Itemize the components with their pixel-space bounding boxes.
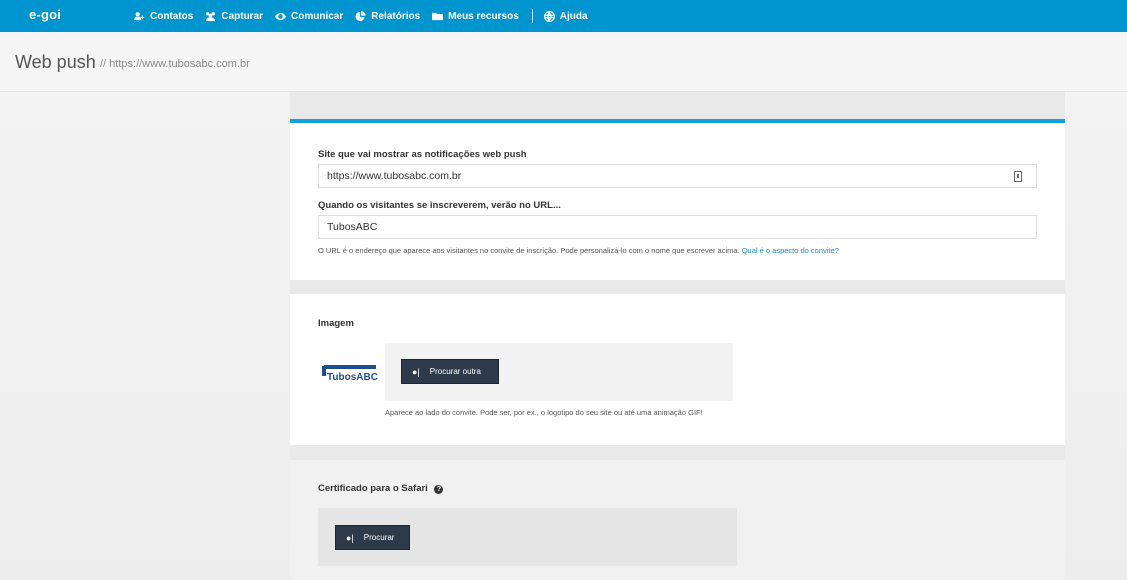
- tubosabc-logo-thumbnail: TubosABC: [322, 365, 378, 383]
- url-name-value: TubosABC: [327, 221, 378, 233]
- page-subtitle-url: // https://www.tubosabc.com.br: [100, 58, 250, 70]
- globe-icon: [543, 10, 555, 22]
- user-upload-icon: ●|: [346, 532, 354, 543]
- browse-other-label: Procurar outra: [429, 367, 481, 376]
- field-info-icon[interactable]: [1014, 171, 1022, 182]
- pie-chart-icon: [355, 10, 366, 21]
- certificate-upload-area: ●| Procurar: [318, 508, 737, 566]
- nav-label: Contatos: [150, 10, 194, 22]
- url-help-description: O URL é o endereço que aparece aos visit…: [318, 246, 740, 255]
- safari-certificate-card: Certificado para o Safari ? ●| Procurar: [290, 460, 1065, 580]
- nav-label: Ajuda: [559, 10, 588, 22]
- url-field-label: Quando os visitantes se inscreverem, ver…: [318, 200, 561, 211]
- nav-divider: [531, 9, 533, 23]
- browse-other-button[interactable]: ●| Procurar outra: [401, 359, 499, 384]
- question-icon[interactable]: ?: [434, 485, 444, 494]
- nav-label: Capturar: [221, 10, 264, 22]
- nav-contatos[interactable]: Contatos: [134, 11, 193, 22]
- site-url-value: https://www.tubosabc.com.br: [327, 170, 462, 182]
- browse-certificate-button[interactable]: ●| Procurar: [335, 525, 410, 550]
- page-header: Web push // https://www.tubosabc.com.br: [0, 32, 1127, 92]
- svg-text:TubosABC: TubosABC: [327, 372, 378, 383]
- nav-capturar[interactable]: Capturar: [205, 11, 263, 22]
- left-empty-pane: [0, 92, 290, 580]
- safari-label-row: Certificado para o Safari ?: [318, 483, 444, 494]
- main-nav: Contatos Capturar Comunicar Relatórios M…: [134, 0, 600, 32]
- eye-icon: [275, 12, 287, 20]
- site-field-label: Site que vai mostrar as notificações web…: [318, 149, 527, 160]
- image-card: Imagem TubosABC ●| Procurar outra Aparec…: [290, 294, 1065, 445]
- url-name-input[interactable]: TubosABC: [318, 215, 1037, 239]
- browse-certificate-label: Procurar: [363, 533, 395, 542]
- app-logo[interactable]: e-goi: [29, 7, 61, 22]
- nav-relatorios[interactable]: Relatórios: [355, 10, 421, 22]
- nav-label: Relatórios: [371, 10, 421, 22]
- site-url-field[interactable]: https://www.tubosabc.com.br: [318, 164, 1037, 188]
- top-nav-bar: e-goi Contatos Capturar Comunicar Relató…: [0, 0, 1127, 32]
- url-help-text: O URL é o endereço que aparece aos visit…: [318, 246, 839, 255]
- user-upload-icon: ●|: [412, 366, 420, 377]
- folder-icon: [432, 12, 444, 20]
- nav-meus-recursos[interactable]: Meus recursos: [432, 11, 519, 22]
- right-empty-pane: [1065, 92, 1127, 580]
- page-title: Web push: [15, 52, 96, 72]
- nav-label: Comunicar: [291, 10, 344, 22]
- nav-ajuda[interactable]: Ajuda: [543, 10, 588, 22]
- nav-comunicar[interactable]: Comunicar: [275, 11, 343, 22]
- image-label: Imagem: [318, 318, 354, 329]
- image-help-text: Aparece ao lado do convite. Pode ser, po…: [385, 408, 703, 417]
- site-settings-card: Site que vai mostrar as notificações web…: [290, 119, 1065, 280]
- image-upload-area: ●| Procurar outra: [385, 343, 733, 401]
- capture-icon: [206, 11, 216, 21]
- nav-label: Meus recursos: [448, 10, 519, 22]
- invite-preview-link[interactable]: Qual é o aspecto do convite?: [742, 246, 839, 255]
- contacts-icon: [134, 11, 145, 20]
- safari-label: Certificado para o Safari: [318, 483, 428, 494]
